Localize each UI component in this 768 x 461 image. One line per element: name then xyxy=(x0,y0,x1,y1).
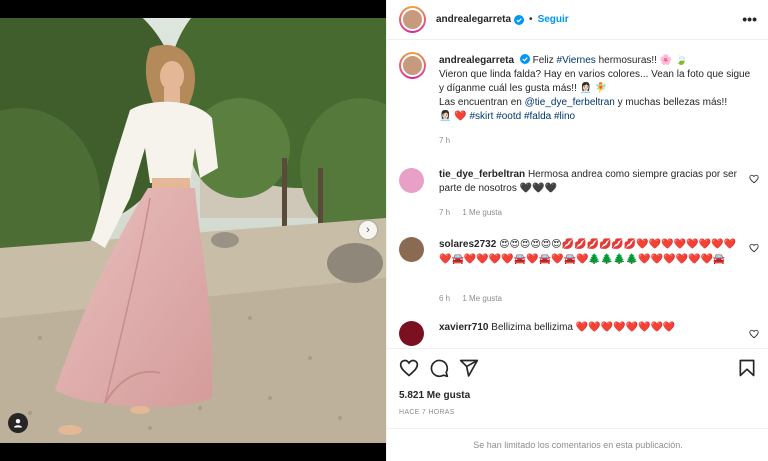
post-actions xyxy=(399,358,759,380)
bookmark-icon[interactable] xyxy=(737,358,757,378)
carousel-next-icon[interactable]: › xyxy=(359,221,377,239)
caption-line3-pre: Las encuentran en xyxy=(439,97,525,108)
comment-text: solares2732 😍😍😍😍😍😍💋💋💋💋💋💋❤️❤️❤️❤️❤️❤️❤️❤️… xyxy=(439,237,739,267)
comment-likes[interactable]: 1 Me gusta xyxy=(462,208,502,217)
commenter-username[interactable]: tie_dye_ferbeltran xyxy=(439,169,525,180)
comment-time[interactable]: 7 h xyxy=(439,208,450,217)
heart-icon[interactable] xyxy=(749,174,759,184)
user-tag-icon[interactable] xyxy=(8,413,28,433)
mention-link[interactable]: @tie_dye_ferbeltran xyxy=(525,97,615,108)
commenter-avatar[interactable] xyxy=(399,168,424,193)
post-image[interactable]: › xyxy=(0,18,386,443)
verified-badge-icon xyxy=(514,14,525,25)
caption-hashtags[interactable]: #skirt #ootd #falda #lino xyxy=(469,111,575,122)
bottom-black-bar xyxy=(0,443,386,461)
commenter-avatar[interactable] xyxy=(399,237,424,262)
caption-username[interactable]: andrealegarreta xyxy=(439,55,514,66)
comment-icon[interactable] xyxy=(429,358,449,378)
caption-line3-post: y muchas bellezas más!! xyxy=(614,97,728,108)
comment-time[interactable]: 6 h xyxy=(439,294,450,303)
caption-line1-post: hermosuras!! 🌸 🍃 xyxy=(595,55,688,66)
actions-divider xyxy=(387,348,768,349)
comment-text: tie_dye_ferbeltran Hermosa andrea como s… xyxy=(439,168,739,196)
caption-emoji: 👩🏻‍💼 ❤️ xyxy=(439,111,467,122)
share-icon[interactable] xyxy=(459,358,479,378)
caption-time[interactable]: 7 h xyxy=(439,136,450,145)
caption-text: andrealegarreta Feliz #Viernes hermosura… xyxy=(439,54,757,124)
comment-meta: 6 h 1 Me gusta xyxy=(439,294,512,303)
post-photo-illustration xyxy=(0,18,386,443)
comment-text: xavierr710 Bellizima bellizima ❤️❤️❤️❤️❤… xyxy=(439,321,739,335)
separator-dot: • xyxy=(529,14,533,25)
hashtag-viernes[interactable]: #Viernes xyxy=(557,55,596,66)
commenter-username[interactable]: xavierr710 xyxy=(439,322,489,333)
caption-avatar[interactable] xyxy=(399,52,426,79)
post-time-ago: HACE 7 HORAS xyxy=(399,409,455,416)
heart-icon[interactable] xyxy=(749,243,759,253)
comments-limited-notice: Se han limitado los comentarios en esta … xyxy=(387,428,768,461)
commenter-avatar[interactable] xyxy=(399,321,424,346)
caption-line2: Vieron que linda falda? Hay en varios co… xyxy=(439,69,751,94)
comment-meta: 7 h 1 Me gusta xyxy=(439,208,512,217)
author-username[interactable]: andrealegarreta xyxy=(436,14,511,25)
comment-body: Bellizima bellizima ❤️❤️❤️❤️❤️❤️❤️❤️ xyxy=(491,322,676,333)
more-options-icon[interactable]: ••• xyxy=(742,11,757,27)
commenter-username[interactable]: solares2732 xyxy=(439,239,496,250)
follow-button[interactable]: Seguir xyxy=(538,14,569,25)
post-header: andrealegarreta • Seguir ••• xyxy=(387,0,768,40)
comment-likes[interactable]: 1 Me gusta xyxy=(462,294,502,303)
verified-badge-icon xyxy=(519,54,530,64)
post-side-panel: andrealegarreta • Seguir ••• andrealegar… xyxy=(386,0,768,461)
author-avatar[interactable] xyxy=(399,6,426,33)
caption-line1-pre: Feliz xyxy=(532,55,557,66)
likes-count[interactable]: 5.821 Me gusta xyxy=(399,390,470,401)
heart-icon[interactable] xyxy=(749,329,759,339)
heart-icon[interactable] xyxy=(399,358,419,378)
